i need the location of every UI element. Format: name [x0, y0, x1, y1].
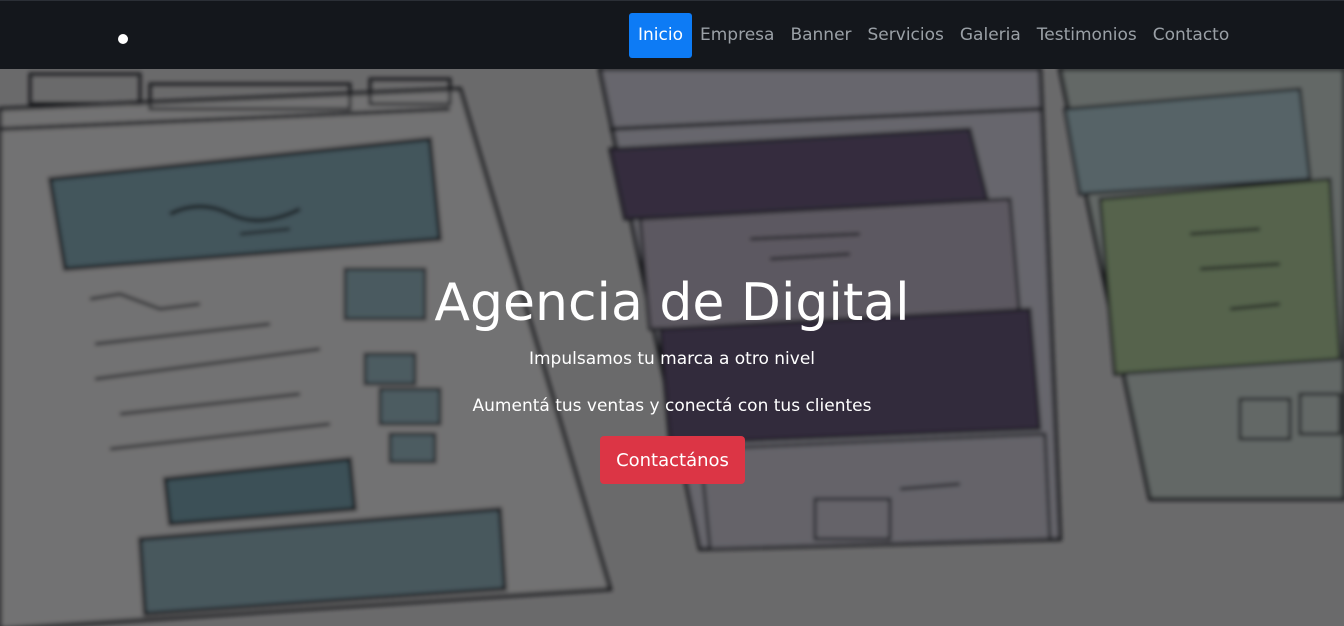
nav-link-banner[interactable]: Banner: [782, 13, 859, 58]
nav-link-empresa[interactable]: Empresa: [692, 13, 782, 58]
hero-subtitle: Impulsamos tu marca a otro nivel: [528, 349, 815, 369]
nav-link-inicio[interactable]: Inicio: [629, 13, 692, 58]
nav-link-contacto[interactable]: Contacto: [1145, 13, 1238, 58]
hero-text: Aumentá tus ventas y conectá con tus cli…: [472, 396, 872, 416]
nav-link-testimonios[interactable]: Testimonios: [1029, 13, 1145, 58]
nav-link-galeria[interactable]: Galeria: [952, 13, 1029, 58]
nav-link-servicios[interactable]: Servicios: [860, 13, 952, 58]
contact-button[interactable]: Contactános: [600, 436, 745, 484]
navbar: Inicio Empresa Banner Servicios Galeria …: [0, 0, 1344, 69]
hero-section: Agencia de Digital Impulsamos tu marca a…: [0, 69, 1344, 626]
hero-title: Agencia de Digital: [434, 273, 910, 333]
brand-logo-icon[interactable]: [118, 34, 128, 44]
nav-links: Inicio Empresa Banner Servicios Galeria …: [629, 13, 1237, 58]
hero-overlay: [0, 69, 1344, 626]
